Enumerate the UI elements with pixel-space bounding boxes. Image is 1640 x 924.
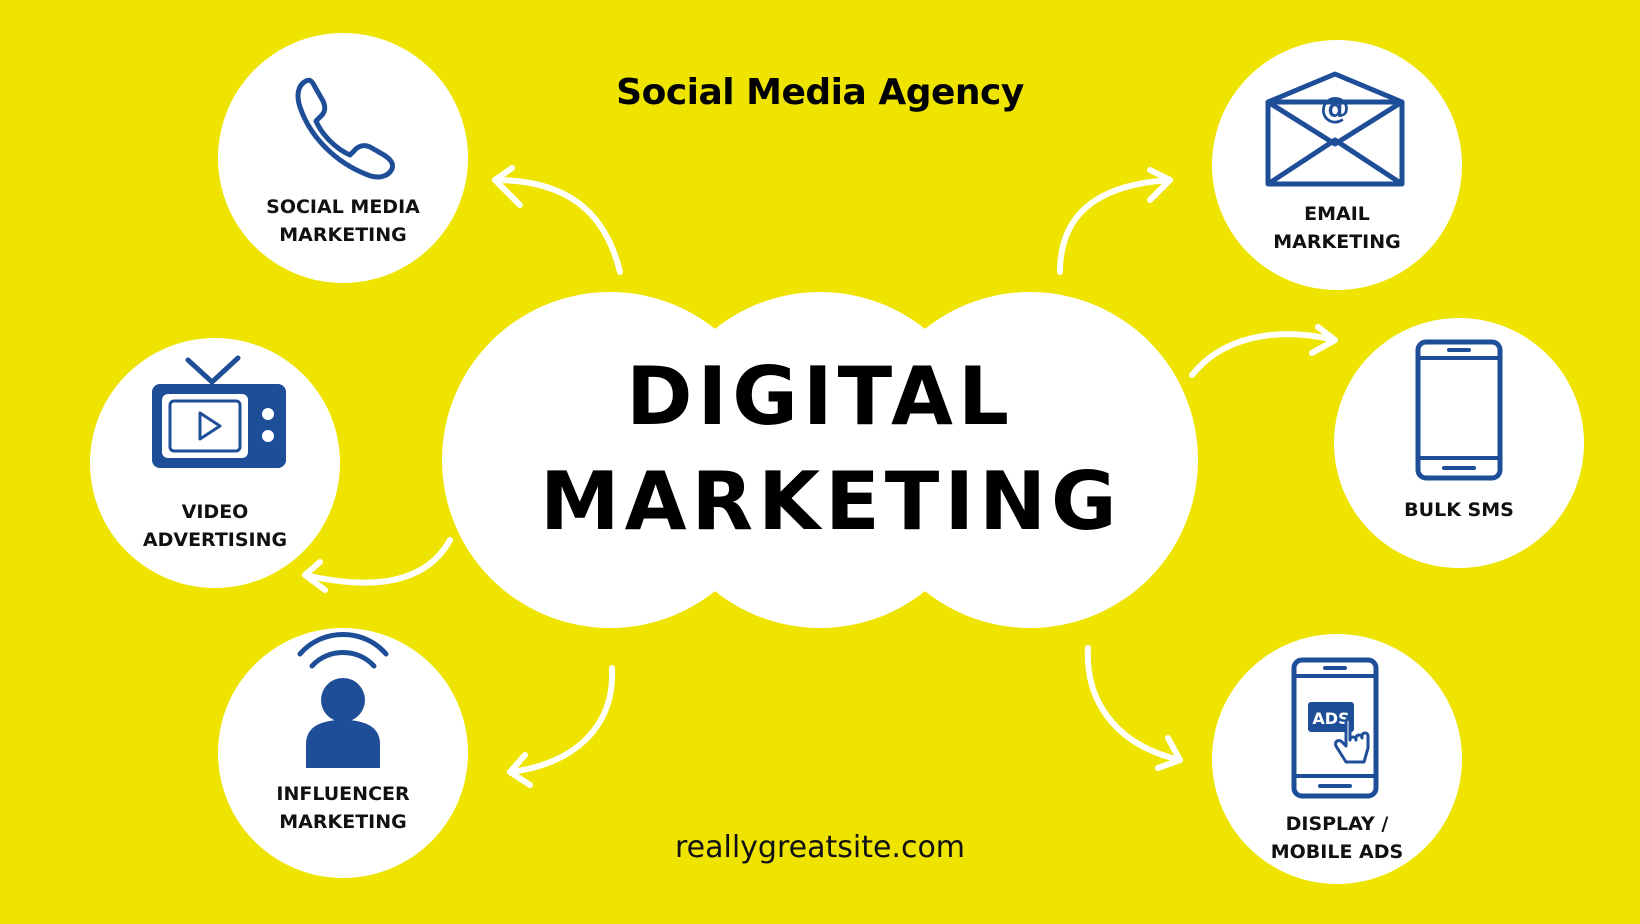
service-bulk-sms: BULK SMS	[1334, 318, 1584, 568]
service-video-advertising: VIDEO ADVERTISING	[90, 338, 340, 588]
service-label-line1: DISPLAY /	[1285, 813, 1389, 835]
service-label-line2: MARKETING	[1273, 231, 1401, 253]
service-label-line1: EMAIL	[1304, 203, 1370, 225]
mobile-phone-icon	[1415, 339, 1503, 481]
service-email-marketing: @ EMAIL MARKETING	[1212, 40, 1462, 290]
service-label-line2: ADVERTISING	[142, 529, 288, 551]
service-influencer-marketing: INFLUENCER MARKETING	[218, 628, 468, 878]
service-label-line2: MARKETING	[279, 811, 407, 833]
service-label-line2: MARKETING	[279, 224, 407, 246]
service-label-line1: VIDEO	[181, 501, 249, 523]
svg-text:@: @	[1320, 91, 1350, 126]
service-label-line1: INFLUENCER	[276, 783, 410, 805]
agency-title: Social Media Agency	[616, 72, 1024, 113]
service-label-line2: MOBILE ADS	[1270, 841, 1404, 863]
center-title-line2: MARKETING	[540, 455, 1122, 548]
person-broadcast-icon	[297, 632, 389, 768]
service-display-mobile-ads: ADS DISPLAY / MOBILE ADS	[1212, 634, 1462, 884]
service-social-media-marketing: SOCIAL MEDIA MARKETING	[218, 33, 468, 283]
service-label-line1: BULK SMS	[1404, 499, 1514, 521]
website-url: reallygreatsite.com	[674, 830, 966, 865]
infographic: DIGITAL MARKETING Social Media Agency re…	[0, 0, 1640, 924]
svg-text:ADS: ADS	[1312, 709, 1349, 728]
center-title-line1: DIGITAL	[626, 350, 1014, 443]
service-label-line1: SOCIAL MEDIA	[266, 196, 420, 218]
